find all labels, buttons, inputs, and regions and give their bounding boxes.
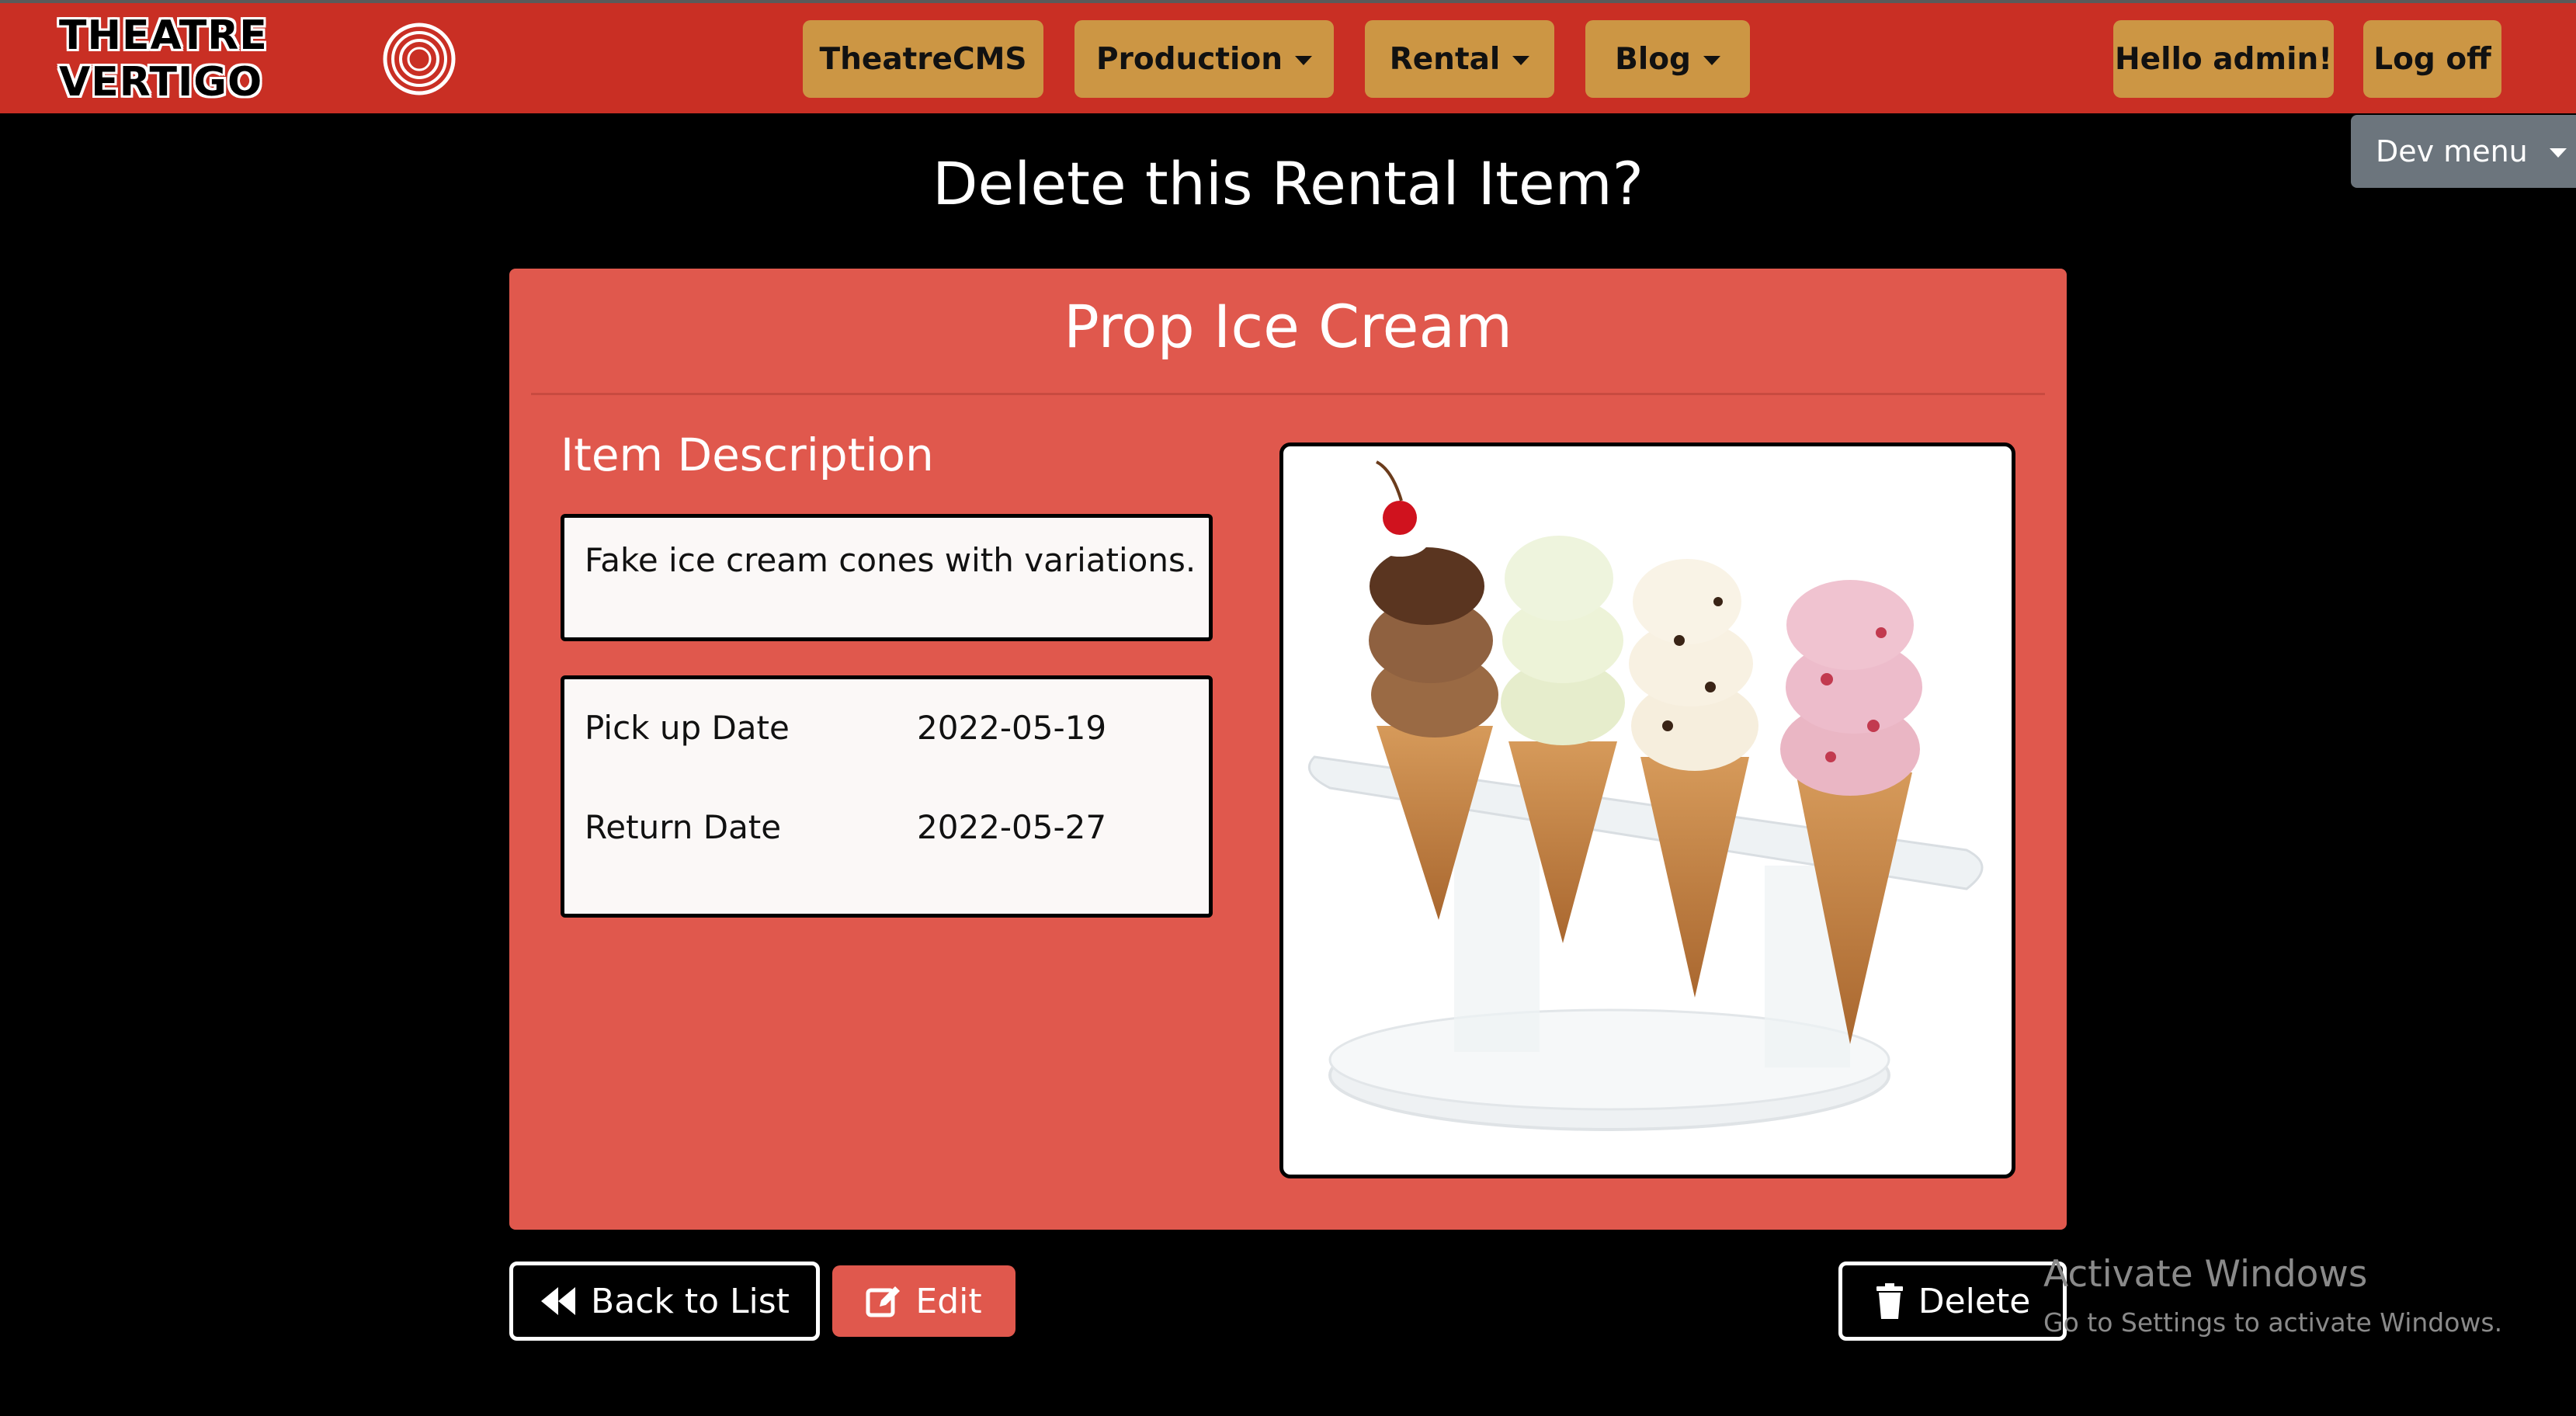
description-heading: Item Description bbox=[561, 429, 934, 481]
card-divider bbox=[531, 393, 2045, 395]
page-title: Delete this Rental Item? bbox=[932, 149, 1644, 218]
logoff-label: Log off bbox=[2373, 41, 2491, 77]
delete-button[interactable]: Delete bbox=[1838, 1262, 2067, 1341]
dates-box: Pick up Date 2022-05-19 Return Date 2022… bbox=[561, 675, 1213, 918]
nav-blog-dropdown[interactable]: Blog bbox=[1585, 20, 1750, 98]
chevron-down-icon bbox=[1294, 56, 1312, 65]
return-date-label: Return Date bbox=[585, 808, 782, 846]
chevron-down-icon bbox=[1703, 56, 1720, 65]
site-logo[interactable]: THEATRE VERTIGO bbox=[59, 12, 463, 106]
nav-blog-label: Blog bbox=[1615, 41, 1691, 77]
item-name: Prop Ice Cream bbox=[1063, 292, 1513, 361]
nav-production-dropdown[interactable]: Production bbox=[1074, 20, 1334, 98]
edit-icon bbox=[866, 1286, 901, 1317]
chevron-down-icon bbox=[1512, 56, 1530, 65]
logo-spiral-icon bbox=[383, 23, 456, 95]
trash-icon bbox=[1876, 1283, 1903, 1319]
backward-icon bbox=[541, 1287, 576, 1315]
item-photo bbox=[1279, 442, 2015, 1178]
windows-activation-title: Activate Windows bbox=[2043, 1253, 2368, 1296]
user-greeting-label: Hello admin! bbox=[2115, 41, 2332, 77]
back-to-list-button[interactable]: Back to List bbox=[509, 1262, 820, 1341]
navbar: THEATRE VERTIGO TheatreCMS Production Re… bbox=[0, 3, 2576, 113]
back-to-list-label: Back to List bbox=[591, 1281, 790, 1321]
windows-activation-subtitle: Go to Settings to activate Windows. bbox=[2043, 1307, 2503, 1338]
description-box: Fake ice cream cones with variations. bbox=[561, 514, 1213, 641]
nav-rental-label: Rental bbox=[1389, 41, 1501, 77]
pickup-date-label: Pick up Date bbox=[585, 709, 790, 747]
nav-theatrecms[interactable]: TheatreCMS bbox=[803, 20, 1043, 98]
logoff-button[interactable]: Log off bbox=[2363, 20, 2501, 98]
return-date-value: 2022-05-27 bbox=[917, 808, 1107, 846]
user-greeting-button[interactable]: Hello admin! bbox=[2113, 20, 2334, 98]
nav-theatrecms-label: TheatreCMS bbox=[819, 41, 1027, 77]
delete-label: Delete bbox=[1918, 1281, 2031, 1321]
pickup-date-value: 2022-05-19 bbox=[917, 709, 1107, 747]
nav-production-label: Production bbox=[1096, 41, 1283, 77]
rental-item-card: Prop Ice Cream Item Description Fake ice… bbox=[509, 269, 2067, 1230]
nav-rental-dropdown[interactable]: Rental bbox=[1365, 20, 1554, 98]
edit-button[interactable]: Edit bbox=[832, 1265, 1015, 1337]
description-text: Fake ice cream cones with variations. bbox=[585, 541, 1196, 579]
edit-label: Edit bbox=[915, 1281, 982, 1321]
ice-cream-cones-image bbox=[1307, 460, 1984, 1131]
